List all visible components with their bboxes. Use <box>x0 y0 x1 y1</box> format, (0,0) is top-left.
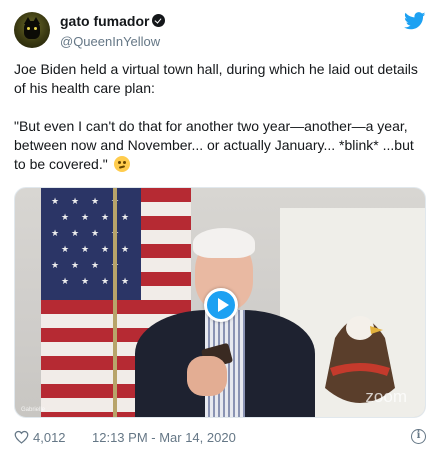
flag-pole <box>113 188 117 417</box>
tweet-header: gato fumador @QueenInYellow <box>14 10 426 50</box>
author-names: gato fumador @QueenInYellow <box>60 13 166 49</box>
verified-badge-icon <box>152 14 166 27</box>
author-display-name[interactable]: gato fumador <box>60 13 149 29</box>
play-icon[interactable] <box>204 288 238 322</box>
speaker-hand <box>187 356 227 396</box>
tweet-paragraph-2: "But even I can't do that for another tw… <box>14 117 426 174</box>
tweet-footer: 4,012 12:13 PM - Mar 14, 2020 i <box>14 429 426 447</box>
video-thumbnail[interactable]: ★★★★ ★★★★ ★★★★ ★★★★ ★★★★ ★★★★ zoom <box>14 187 426 418</box>
heart-icon[interactable] <box>14 430 29 444</box>
speaker-hair <box>193 228 255 258</box>
woozy-face-emoji-icon <box>113 156 130 172</box>
tweet-timestamp[interactable]: 12:13 PM - Mar 14, 2020 <box>92 430 236 445</box>
tweet-card: gato fumador @QueenInYellow Joe Biden he… <box>0 0 440 453</box>
info-icon[interactable]: i <box>411 429 426 444</box>
avatar[interactable] <box>14 12 50 48</box>
cat-eye-icon <box>34 27 37 30</box>
cat-eye-icon <box>27 27 30 30</box>
black-cat-icon <box>24 21 40 39</box>
tweet-body: Joe Biden held a virtual town hall, duri… <box>14 60 426 174</box>
tweet-paragraph-1: Joe Biden held a virtual town hall, duri… <box>14 61 418 96</box>
twitter-bird-icon[interactable] <box>404 12 426 30</box>
source-watermark: Gabrielle <box>21 407 46 413</box>
tweet-quote: "But even I can't do that for another tw… <box>14 118 414 172</box>
author-handle[interactable]: @QueenInYellow <box>60 34 165 49</box>
zoom-watermark: zoom <box>365 387 407 406</box>
like-count[interactable]: 4,012 <box>33 430 66 445</box>
